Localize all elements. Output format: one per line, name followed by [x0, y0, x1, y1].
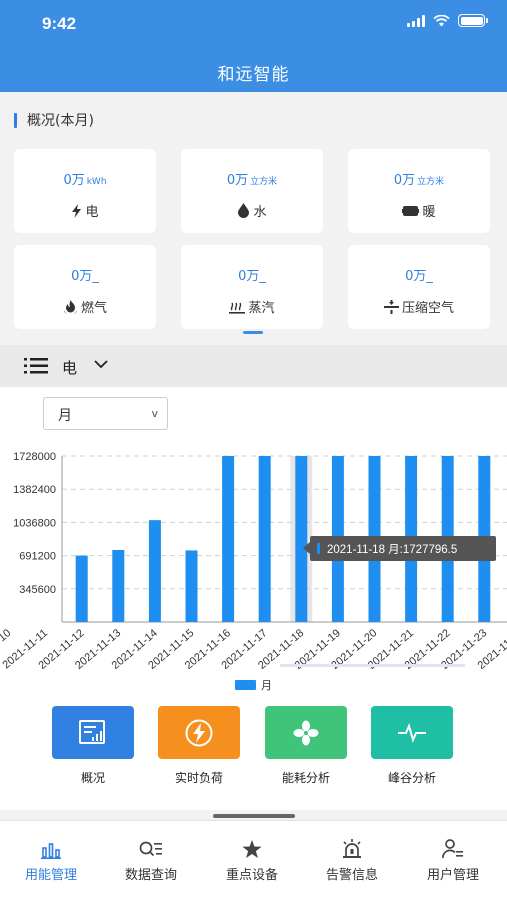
- pulse-icon: [398, 722, 426, 743]
- card-value: 0万 kWh: [63, 173, 107, 188]
- tooltip-text: 2021-11-18 月:1727796.5: [327, 544, 457, 556]
- status-time: 9:42: [42, 14, 77, 33]
- tab-label: 用户管理: [426, 868, 479, 883]
- signal-icon: [407, 14, 425, 27]
- list-icon: [24, 358, 48, 374]
- card-water[interactable]: 0万 立方米 水: [181, 149, 323, 233]
- app-title: 和远智能: [217, 65, 290, 85]
- period-select[interactable]: 月 v: [43, 397, 168, 430]
- action-energy-analysis[interactable]: 能耗分析: [264, 706, 348, 786]
- page-indicator: [243, 331, 263, 334]
- compressed-air-icon: [383, 299, 399, 314]
- bar: [258, 456, 271, 622]
- heater-icon: [402, 205, 420, 216]
- overview-title: 概况(本月): [14, 110, 94, 130]
- card-label: 水: [181, 201, 323, 220]
- legend-swatch: [235, 680, 256, 690]
- tab-user-management[interactable]: 用户管理: [403, 837, 503, 883]
- chart-area: 345600 691200 1036800 1382400 1728000 2021-11…: [0, 387, 507, 702]
- action-overview-tile[interactable]: [52, 706, 134, 759]
- card-value: 0万_: [238, 269, 266, 284]
- user-manage-icon: [442, 839, 463, 859]
- lightning-icon: [72, 203, 82, 218]
- tab-label: 用能管理: [24, 868, 77, 883]
- tab-label: 重点设备: [225, 868, 278, 883]
- search-list-icon: [139, 841, 162, 857]
- tab-bar: 用能管理 数据查询 重点设备 告警信息 用户管理: [0, 820, 507, 900]
- alarm-light-icon: [343, 839, 361, 858]
- fan-icon: [293, 720, 319, 745]
- bar-chart-icon: [41, 843, 61, 859]
- bar: [222, 456, 235, 622]
- card-steam[interactable]: 0万_ 蒸汽: [181, 245, 323, 329]
- quick-actions: 概况 实时负荷 能耗分析 峰谷分析: [0, 702, 507, 810]
- energy-type-label: 电: [62, 359, 78, 377]
- action-label: 能耗分析: [281, 771, 330, 785]
- steam-icon: [229, 302, 246, 314]
- top-bar: 9:42 和远智能: [0, 0, 507, 92]
- report-icon: [79, 719, 105, 744]
- overview-title-text: 概况(本月): [27, 113, 94, 129]
- card-value: 0万 立方米: [393, 173, 445, 188]
- action-energy-analysis-tile[interactable]: [265, 706, 347, 759]
- action-peak-valley[interactable]: 峰谷分析: [370, 706, 454, 786]
- tab-label: 告警信息: [325, 868, 378, 883]
- action-label: 概况: [80, 771, 105, 785]
- period-select-arrow: v: [151, 407, 158, 420]
- chevron-down-icon: [94, 360, 108, 369]
- y-tick-label: 1728000: [13, 451, 56, 463]
- tab-energy-management[interactable]: 用能管理: [1, 837, 101, 883]
- y-tick-label: 691200: [19, 551, 56, 563]
- y-tick-label: 1382400: [13, 484, 56, 496]
- action-realtime-load-tile[interactable]: [158, 706, 240, 759]
- card-compressed-air[interactable]: 0万_ 压缩空气: [348, 245, 490, 329]
- card-label: 压缩空气: [348, 297, 490, 316]
- water-drop-icon: [238, 203, 250, 218]
- card-value: 0万_: [405, 269, 433, 284]
- action-realtime-load[interactable]: 实时负荷: [157, 706, 241, 786]
- battery-icon: [458, 14, 488, 27]
- energy-type-selector[interactable]: 电: [0, 345, 507, 387]
- star-icon: [242, 840, 262, 858]
- card-label: 暖: [348, 201, 490, 220]
- bar: [112, 549, 125, 622]
- card-gas[interactable]: 0万_ 燃气: [14, 245, 156, 329]
- period-select-value: 月: [58, 408, 72, 424]
- bar: [185, 550, 198, 622]
- home-indicator: [213, 814, 295, 818]
- card-label: 电: [14, 201, 156, 220]
- legend-label: 月: [261, 679, 272, 692]
- wifi-icon: [433, 14, 450, 26]
- action-label: 实时负荷: [174, 771, 223, 785]
- section-marker: [14, 112, 17, 128]
- card-label: 蒸汽: [181, 297, 323, 316]
- action-overview[interactable]: 概况: [51, 706, 135, 786]
- status-icons: [407, 14, 488, 27]
- card-heating[interactable]: 0万 立方米 暖: [348, 149, 490, 233]
- bar: [148, 520, 161, 622]
- bar-chart[interactable]: 345600 691200 1036800 1382400 1728000 2021-11…: [0, 387, 507, 702]
- y-tick-label: 1036800: [13, 517, 56, 529]
- action-label: 峰谷分析: [387, 771, 436, 785]
- flame-icon: [63, 299, 77, 314]
- bar: [295, 456, 308, 622]
- tooltip-marker: [317, 543, 320, 554]
- card-label: 燃气: [14, 297, 156, 316]
- card-value: 0万_: [71, 269, 99, 284]
- zoom-slider: [280, 664, 465, 667]
- action-peak-valley-tile[interactable]: [371, 706, 453, 759]
- card-value: 0万 立方米: [226, 173, 278, 188]
- tab-alarm-info[interactable]: 告警信息: [302, 837, 402, 883]
- lightning-circle-icon: [185, 719, 213, 746]
- card-electricity[interactable]: 0万 kWh 电: [14, 149, 156, 233]
- tab-data-query[interactable]: 数据查询: [101, 837, 201, 883]
- bar: [75, 555, 88, 622]
- tab-key-equipment[interactable]: 重点设备: [202, 837, 302, 883]
- y-tick-label: 345600: [19, 584, 56, 596]
- tab-label: 数据查询: [124, 868, 177, 883]
